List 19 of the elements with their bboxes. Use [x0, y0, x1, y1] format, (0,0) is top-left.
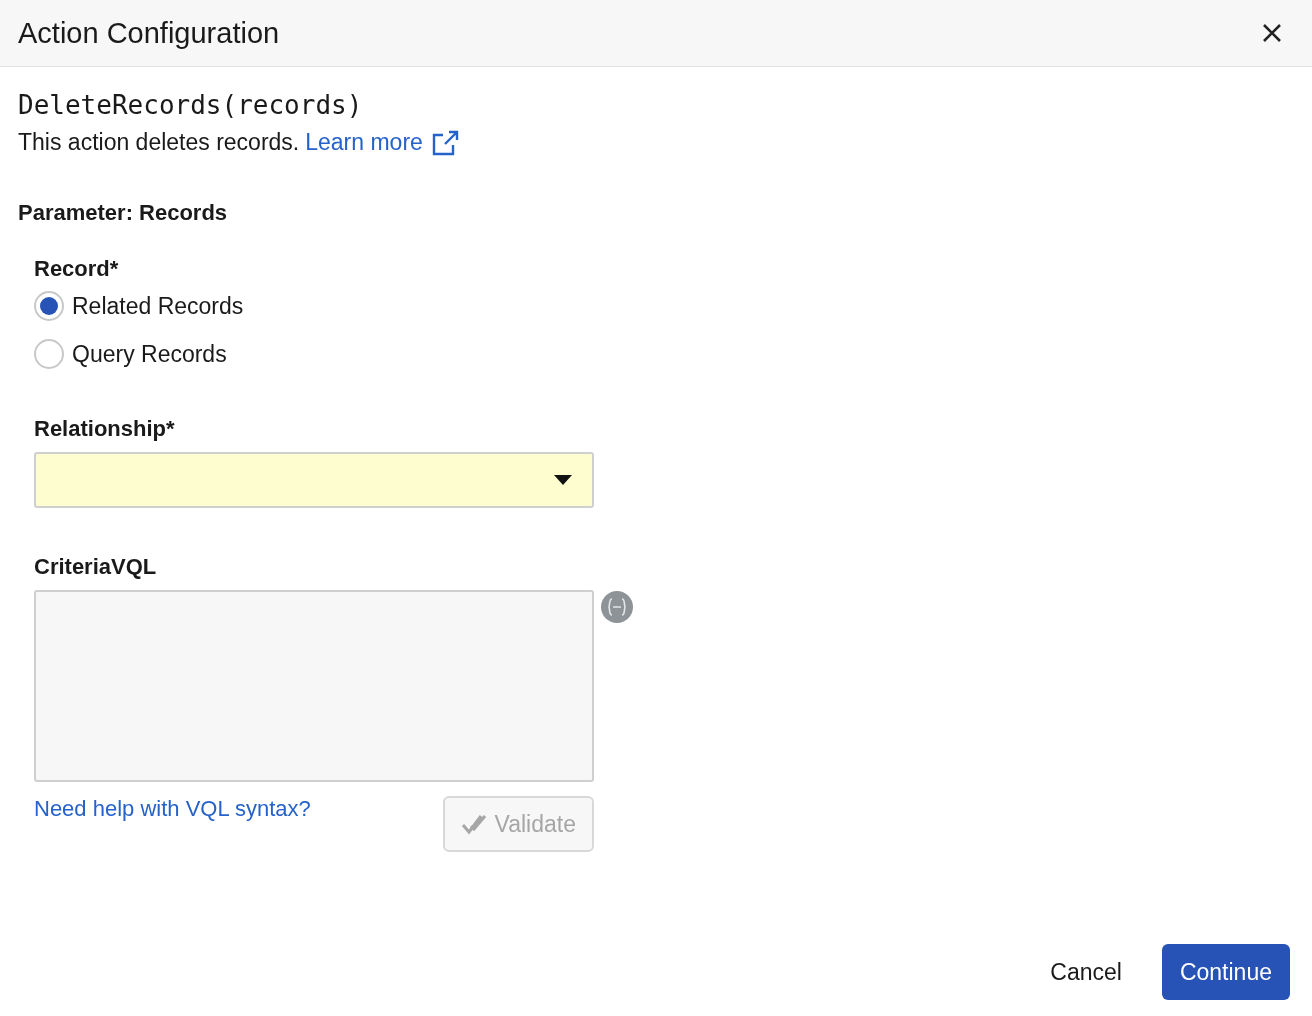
cancel-button[interactable]: Cancel	[1044, 957, 1128, 987]
radio-option[interactable]: Query Records	[34, 330, 594, 378]
double-check-icon	[460, 812, 487, 836]
vql-help-link[interactable]: Need help with VQL syntax?	[34, 796, 311, 822]
radio-button[interactable]	[34, 291, 64, 321]
field-label: Relationship*	[34, 416, 176, 442]
dialog-title: Action Configuration	[18, 16, 280, 50]
parameter-heading: Parameter: Records	[18, 200, 229, 226]
caret-icon	[554, 475, 572, 485]
external-link-icon	[430, 129, 459, 156]
action-description: This action deletes records.	[18, 129, 300, 156]
field-label: CriteriaVQL	[34, 554, 158, 580]
radio-button[interactable]	[34, 339, 64, 369]
learn-more-link[interactable]: Learn more	[305, 129, 459, 156]
radio-option[interactable]: Related Records	[34, 282, 594, 330]
field-label: Record*	[34, 256, 120, 282]
continue-button[interactable]: Continue	[1161, 944, 1290, 1000]
code-braces-icon[interactable]	[600, 590, 634, 624]
action-signature: DeleteRecords(records)	[18, 89, 364, 121]
